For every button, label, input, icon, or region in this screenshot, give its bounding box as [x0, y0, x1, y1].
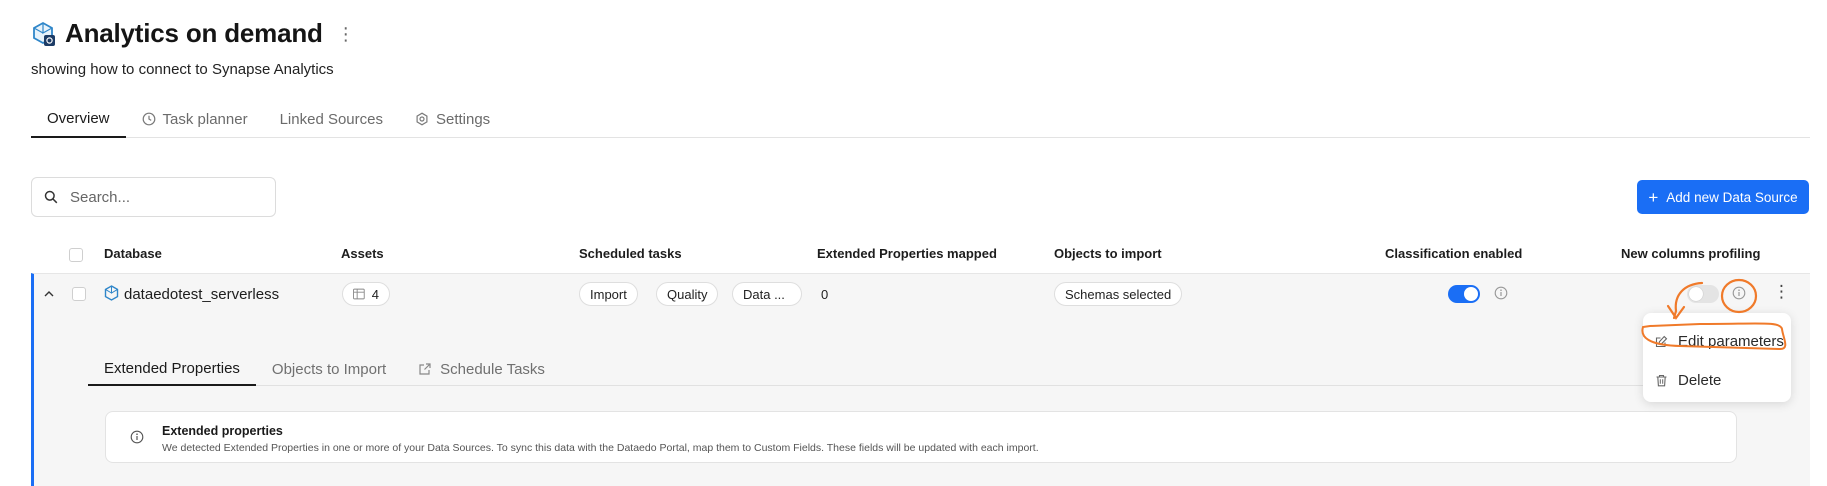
more-options-icon[interactable]: ⋮	[337, 25, 355, 43]
clock-icon	[142, 112, 155, 126]
tab-overview-label: Overview	[47, 109, 110, 127]
column-header-assets[interactable]: Assets	[341, 246, 384, 261]
search-input[interactable]	[70, 188, 250, 206]
info-icon[interactable]	[1494, 286, 1508, 300]
tab-extended-properties[interactable]: Extended Properties	[88, 352, 256, 386]
task-quality-label: Quality	[667, 286, 708, 302]
table-icon	[353, 288, 365, 300]
row-checkbox[interactable]	[72, 287, 86, 301]
tab-schedule-tasks[interactable]: Schedule Tasks	[402, 352, 561, 386]
toggle-knob	[1689, 287, 1703, 301]
extended-properties-card: Extended properties We detected Extended…	[105, 411, 1737, 463]
row-more-options-icon[interactable]: ⋮	[1773, 283, 1790, 300]
plus-icon: +	[1648, 187, 1659, 207]
tab-schedule-tasks-label: Schedule Tasks	[440, 360, 545, 378]
search-box	[31, 177, 276, 217]
tab-settings[interactable]: Settings	[399, 100, 506, 138]
tab-extended-properties-label: Extended Properties	[104, 359, 240, 377]
edit-icon	[1655, 335, 1668, 347]
row-context-menu: Edit parameters Delete	[1643, 313, 1791, 402]
page-title: Analytics on demand	[65, 18, 323, 48]
search-icon	[44, 190, 58, 204]
assets-count: 4	[371, 286, 379, 302]
page-subtitle: showing how to connect to Synapse Analyt…	[31, 61, 334, 78]
tab-linked-sources[interactable]: Linked Sources	[264, 100, 399, 138]
page-header: Analytics on demand ⋮	[31, 18, 355, 49]
task-badge-quality[interactable]: Quality	[656, 282, 719, 306]
objects-to-import-label: Schemas selected	[1065, 286, 1172, 302]
column-header-extended-properties[interactable]: Extended Properties mapped	[817, 246, 997, 261]
tab-task-planner[interactable]: Task planner	[126, 100, 264, 138]
select-all-checkbox[interactable]	[69, 248, 83, 262]
menu-item-delete[interactable]: Delete	[1643, 366, 1791, 394]
classification-toggle[interactable]	[1448, 285, 1480, 303]
column-header-scheduled-tasks[interactable]: Scheduled tasks	[579, 246, 682, 261]
detail-tabs: Extended Properties Objects to Import Sc…	[88, 352, 1738, 386]
tab-overview[interactable]: Overview	[31, 100, 126, 138]
database-name[interactable]: dataedotest_serverless	[124, 286, 279, 303]
tab-settings-label: Settings	[435, 110, 491, 128]
column-header-classification[interactable]: Classification enabled	[1385, 246, 1522, 261]
task-badge-data[interactable]: Data ...	[732, 282, 802, 306]
database-icon	[104, 285, 119, 301]
tab-objects-to-import-label: Objects to Import	[271, 360, 387, 378]
trash-icon	[1656, 374, 1667, 386]
column-header-database[interactable]: Database	[104, 246, 162, 261]
tab-linked-sources-label: Linked Sources	[279, 110, 383, 128]
column-header-profiling[interactable]: New columns profiling	[1621, 246, 1760, 261]
database-app-icon	[33, 21, 55, 46]
info-icon[interactable]	[1732, 286, 1746, 300]
column-header-objects-to-import[interactable]: Objects to import	[1054, 246, 1162, 261]
objects-to-import-badge[interactable]: Schemas selected	[1054, 282, 1183, 306]
external-link-icon	[419, 363, 431, 375]
info-card-title: Extended properties	[162, 424, 283, 438]
toggle-knob	[1464, 287, 1478, 301]
assets-badge[interactable]: 4	[342, 282, 390, 306]
profiling-toggle[interactable]	[1687, 285, 1719, 303]
task-badge-import[interactable]: Import	[579, 282, 638, 306]
menu-item-edit-parameters[interactable]: Edit parameters	[1643, 327, 1791, 355]
info-icon	[130, 430, 144, 444]
task-data-label: Data ...	[743, 286, 785, 302]
tab-task-planner-label: Task planner	[162, 110, 248, 128]
main-tabs: Overview Task planner Linked Sources Set…	[31, 100, 1810, 138]
gear-icon	[416, 112, 428, 126]
menu-item-delete-label: Delete	[1678, 371, 1722, 389]
tab-objects-to-import[interactable]: Objects to Import	[256, 352, 402, 386]
extended-mapped-count: 0	[821, 287, 829, 302]
add-data-source-label: Add new Data Source	[1666, 189, 1798, 205]
menu-item-edit-label: Edit parameters	[1678, 332, 1784, 350]
task-import-label: Import	[590, 286, 627, 302]
info-card-description: We detected Extended Properties in one o…	[162, 442, 1039, 454]
add-data-source-button[interactable]: + Add new Data Source	[1637, 180, 1809, 214]
chevron-up-icon[interactable]	[44, 290, 54, 297]
